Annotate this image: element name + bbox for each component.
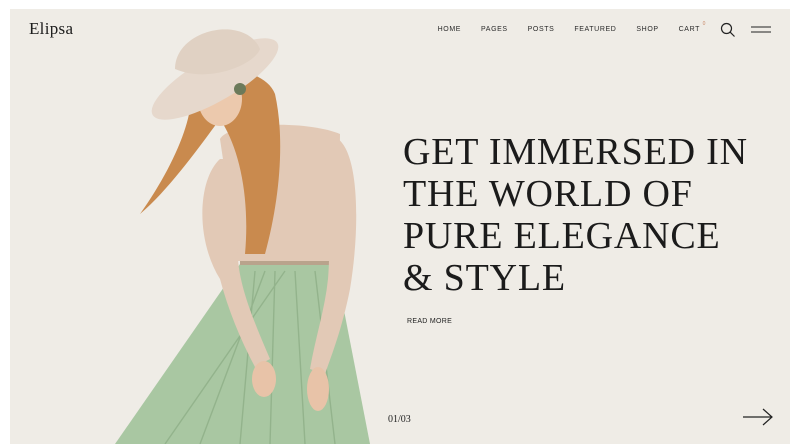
search-icon[interactable] [720, 22, 736, 38]
nav-home[interactable]: HOME [438, 26, 461, 33]
nav-pages[interactable]: PAGES [481, 26, 508, 33]
headline-line-1: GET IMMERSED IN [403, 131, 748, 173]
headline-line-4: & STYLE [403, 257, 566, 299]
cart-label: CART [678, 26, 700, 33]
hero-slider: Elipsa HOME PAGES POSTS FEATURED SHOP CA… [10, 9, 790, 444]
hamburger-menu-icon[interactable] [751, 25, 771, 35]
headline-line-3: PURE ELEGANCE [403, 215, 721, 257]
nav-featured[interactable]: FEATURED [574, 26, 616, 33]
read-more-link[interactable]: READ MORE [407, 318, 452, 325]
nav-cart[interactable]: CART 0 [678, 21, 706, 33]
arrow-right-icon[interactable] [742, 407, 774, 427]
hero-model-image [115, 29, 370, 444]
slide-counter: 01/03 [388, 414, 411, 425]
cart-count-badge: 0 [702, 21, 706, 27]
headline-line-2: THE WORLD OF [403, 173, 693, 215]
nav-shop[interactable]: SHOP [636, 26, 658, 33]
site-logo[interactable]: Elipsa [29, 19, 73, 39]
main-nav: HOME PAGES POSTS FEATURED SHOP CART 0 [418, 21, 706, 33]
nav-posts[interactable]: POSTS [528, 26, 555, 33]
hero-headline: GET IMMERSED IN THE WORLD OF PURE ELEGAN… [403, 131, 783, 299]
